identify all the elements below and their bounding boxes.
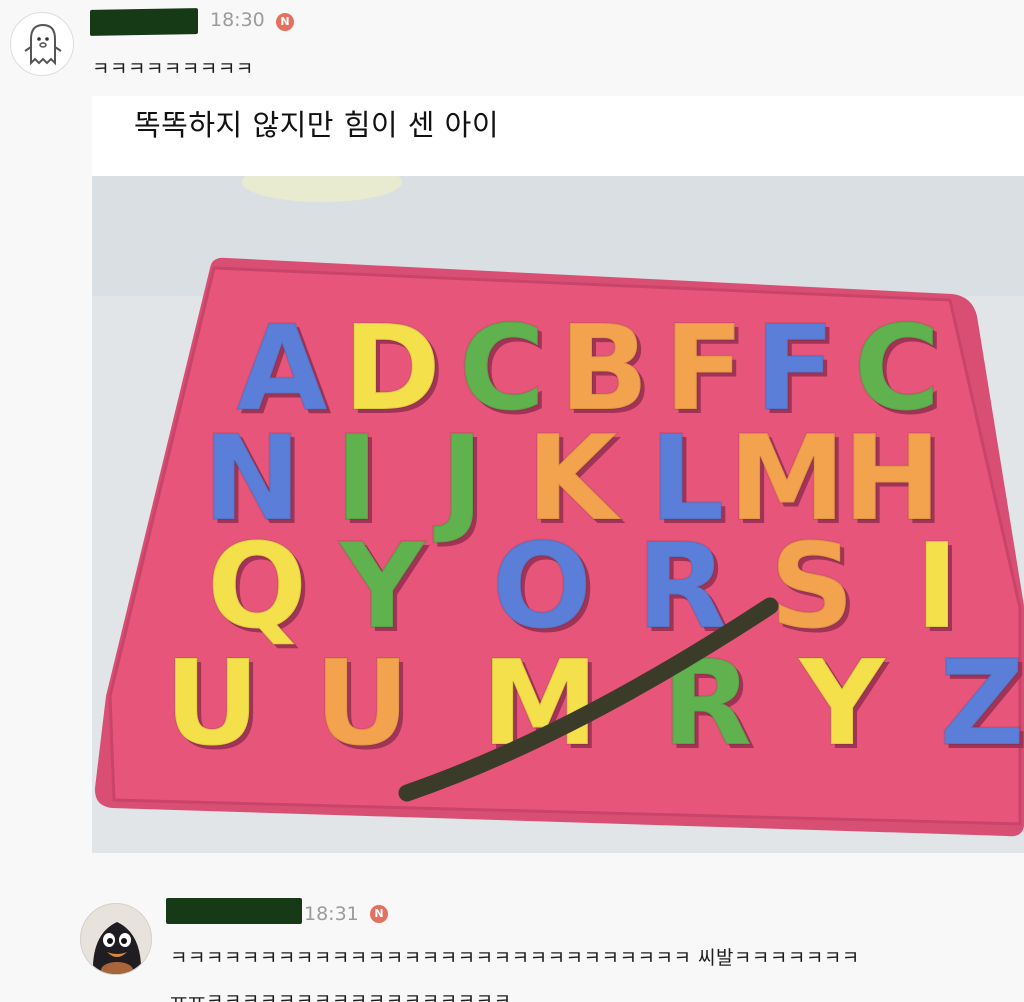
comment-image[interactable]: 똑똑하지 않지만 힘이 센 아이 AADDCCBBFFFFCCNNIIJJKKL… [92, 96, 1024, 853]
meme-caption: 똑똑하지 않지만 힘이 센 아이 [134, 108, 500, 142]
ghost-avatar-icon [24, 23, 62, 66]
puzzle-photo: AADDCCBBFFFFCCNNIIJJKKLLMMHHQQYYOORRSSII… [92, 176, 1024, 853]
comment-time: 18:31 [304, 903, 359, 925]
comment-text: ㅋㅋㅋㅋㅋㅋㅋㅋㅋㅋㅋㅋㅋㅋㅋㅋㅋㅋㅋㅋㅋㅋㅋㅋㅋㅋㅋㅋㅋ 씨발ㅋㅋㅋㅋㅋㅋㅋ [170, 947, 860, 969]
meme-caption-band: 똑똑하지 않지만 힘이 센 아이 [92, 96, 1024, 176]
puzzle-letter: U [164, 634, 260, 772]
puzzle-letter: Y [797, 634, 886, 772]
redacted-username [166, 898, 302, 924]
alphabet-puzzle-image: AA DD CC BB FF FF CCNN II JJ KK LL MM HHQQ YY OO RR SS II… [92, 176, 1024, 853]
avatar[interactable] [80, 903, 152, 975]
comment-text: ㅠㅠㅋㅋㅋㅋㅋㅋㅋㅋㅋㅋㅋㅋㅋㅋㅋㅋㅋ [170, 990, 512, 1002]
comment-text: ㅋㅋㅋㅋㅋㅋㅋㅋㅋ [92, 58, 254, 80]
puzzle-letter: J [433, 409, 484, 547]
puzzle-letter: Z [939, 634, 1024, 772]
avatar[interactable] [10, 12, 74, 76]
penguin-avatar-icon [81, 904, 151, 974]
new-badge: N [370, 905, 388, 923]
new-badge: N [276, 13, 294, 31]
comment-thread: 18:30 N ㅋㅋㅋㅋㅋㅋㅋㅋㅋ 똑똑하지 않지만 힘이 센 아이 AADDC… [0, 0, 1024, 1002]
puzzle-letter: U [314, 634, 410, 772]
comment-time: 18:30 [210, 9, 265, 31]
redacted-username [90, 8, 198, 36]
